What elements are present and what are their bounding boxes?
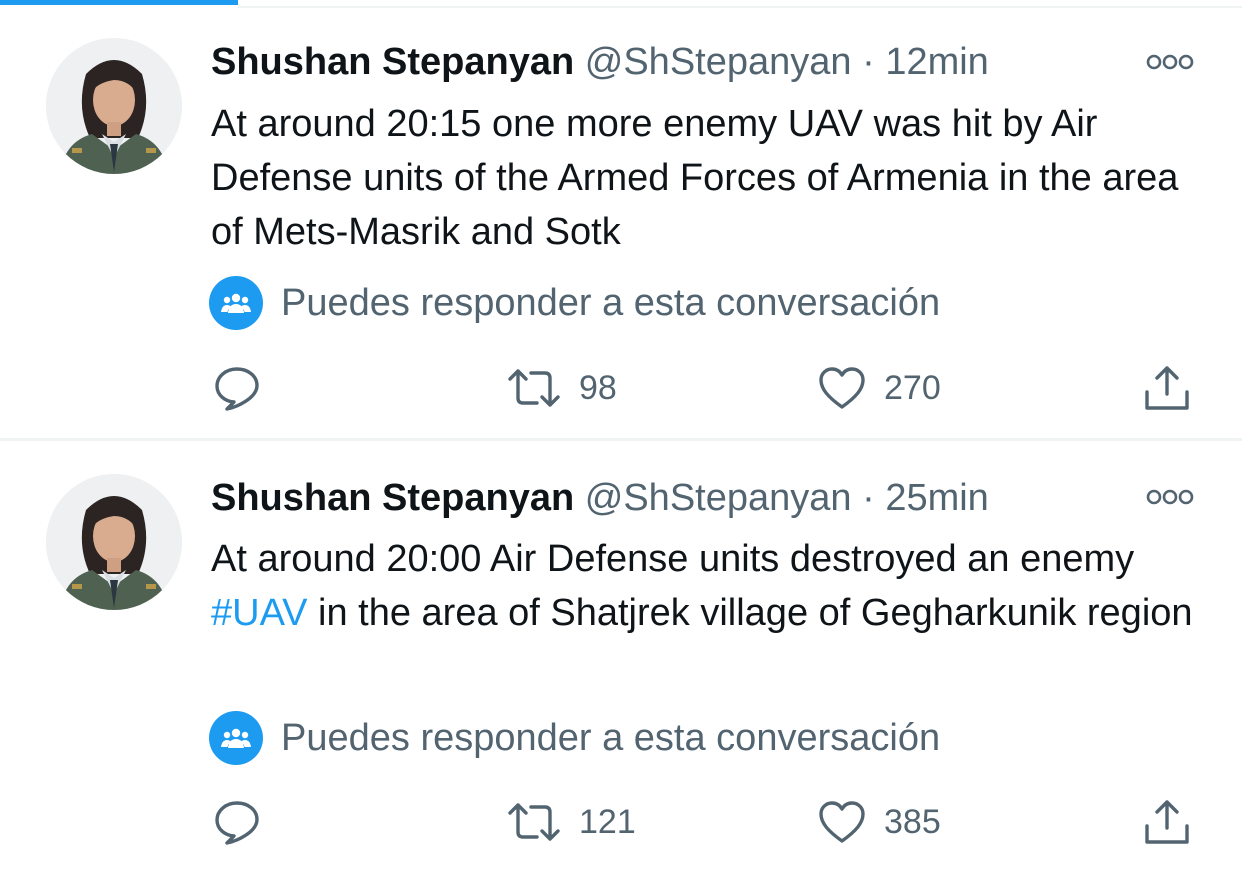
author-name[interactable]: Shushan Stepanyan [211,41,574,83]
tweet-actions: 121 385 [0,794,1242,850]
like-count: 385 [884,802,941,841]
share-button[interactable] [1143,794,1191,850]
reply-button[interactable] [213,794,261,850]
retweet-count: 98 [579,368,617,407]
reply-restriction-note: Puedes responder a esta conversación [209,275,940,331]
people-icon [209,276,263,330]
tweet-text-start: At around 20:00 Air Defense units destro… [211,538,1135,580]
tweet-header: Shushan Stepanyan @ShStepanyan · 12min [211,37,989,87]
avatar[interactable] [46,38,182,174]
avatar[interactable] [46,474,182,610]
separator: · [862,41,875,83]
tweet-text: At around 20:15 one more enemy UAV was h… [211,103,1179,253]
retweet-button[interactable]: 98 [507,360,617,416]
tweet-header: Shushan Stepanyan @ShStepanyan · 25min [211,473,989,523]
more-icon[interactable] [1144,485,1196,509]
reply-icon [215,801,259,845]
tweet-text-end: in the area of Shatjrek village of Gegha… [307,592,1193,634]
share-icon [1145,800,1189,844]
people-icon [209,711,263,765]
more-icon[interactable] [1144,50,1196,74]
author-handle[interactable]: @ShStepanyan [585,477,852,519]
reply-button[interactable] [213,360,261,416]
retweet-icon [508,369,560,407]
reply-icon [215,367,259,411]
author-name[interactable]: Shushan Stepanyan [211,477,574,519]
reply-note-text: Puedes responder a esta conversación [281,716,941,759]
hashtag-link[interactable]: #UAV [211,592,307,634]
tweet-text: At around 20:00 Air Defense units destro… [211,532,1201,640]
retweet-icon [508,803,560,841]
retweet-count: 121 [579,802,636,841]
reply-note-text: Puedes responder a esta conversación [281,281,941,324]
author-handle[interactable]: @ShStepanyan [585,41,852,83]
like-icon [819,367,865,409]
like-button[interactable]: 385 [818,794,941,850]
tweet-card[interactable]: Shushan Stepanyan @ShStepanyan · 12min A… [0,0,1242,438]
share-icon [1145,366,1189,410]
like-count: 270 [884,368,941,407]
timestamp[interactable]: 12min [885,41,989,83]
tweet-card[interactable]: Shushan Stepanyan @ShStepanyan · 25min A… [0,440,1242,875]
like-icon [819,801,865,843]
separator: · [862,477,875,519]
reply-restriction-note: Puedes responder a esta conversación [209,710,940,766]
tweet-actions: 98 270 [0,360,1242,416]
timestamp[interactable]: 25min [885,477,989,519]
share-button[interactable] [1143,360,1191,416]
like-button[interactable]: 270 [818,360,941,416]
retweet-button[interactable]: 121 [507,794,636,850]
